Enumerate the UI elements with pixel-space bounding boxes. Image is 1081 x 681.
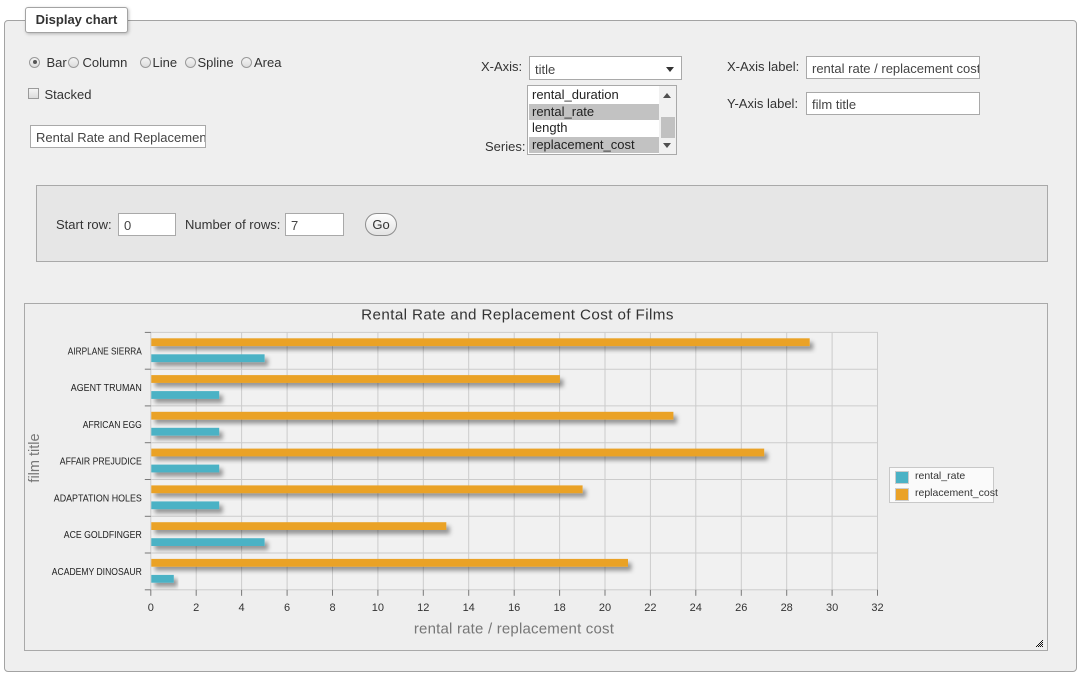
svg-text:ADAPTATION HOLES: ADAPTATION HOLES bbox=[54, 494, 142, 505]
svg-text:film title: film title bbox=[27, 433, 43, 482]
svg-text:6: 6 bbox=[284, 602, 290, 614]
svg-text:10: 10 bbox=[372, 602, 384, 614]
svg-text:2: 2 bbox=[193, 602, 199, 614]
svg-text:AFFAIR PREJUDICE: AFFAIR PREJUDICE bbox=[60, 457, 142, 468]
svg-text:ACADEMY DINOSAUR: ACADEMY DINOSAUR bbox=[52, 567, 142, 578]
svg-text:22: 22 bbox=[644, 602, 656, 614]
svg-text:0: 0 bbox=[148, 602, 154, 614]
svg-text:AGENT TRUMAN: AGENT TRUMAN bbox=[71, 383, 142, 394]
svg-text:24: 24 bbox=[690, 602, 702, 614]
svg-text:28: 28 bbox=[781, 602, 793, 614]
svg-text:ACE GOLDFINGER: ACE GOLDFINGER bbox=[64, 530, 142, 541]
svg-text:AIRPLANE SIERRA: AIRPLANE SIERRA bbox=[68, 346, 142, 357]
svg-text:20: 20 bbox=[599, 602, 611, 614]
svg-text:26: 26 bbox=[735, 602, 747, 614]
svg-text:AFRICAN EGG: AFRICAN EGG bbox=[83, 420, 142, 431]
svg-text:12: 12 bbox=[417, 602, 429, 614]
svg-text:8: 8 bbox=[329, 602, 335, 614]
svg-text:rental rate / replacement cost: rental rate / replacement cost bbox=[414, 620, 615, 637]
svg-text:14: 14 bbox=[463, 602, 475, 614]
svg-text:18: 18 bbox=[553, 602, 565, 614]
svg-text:16: 16 bbox=[508, 602, 520, 614]
svg-text:32: 32 bbox=[871, 602, 883, 614]
svg-text:Rental Rate and Replacement Co: Rental Rate and Replacement Cost of Film… bbox=[361, 306, 674, 323]
svg-text:30: 30 bbox=[826, 602, 838, 614]
svg-text:4: 4 bbox=[239, 602, 245, 614]
